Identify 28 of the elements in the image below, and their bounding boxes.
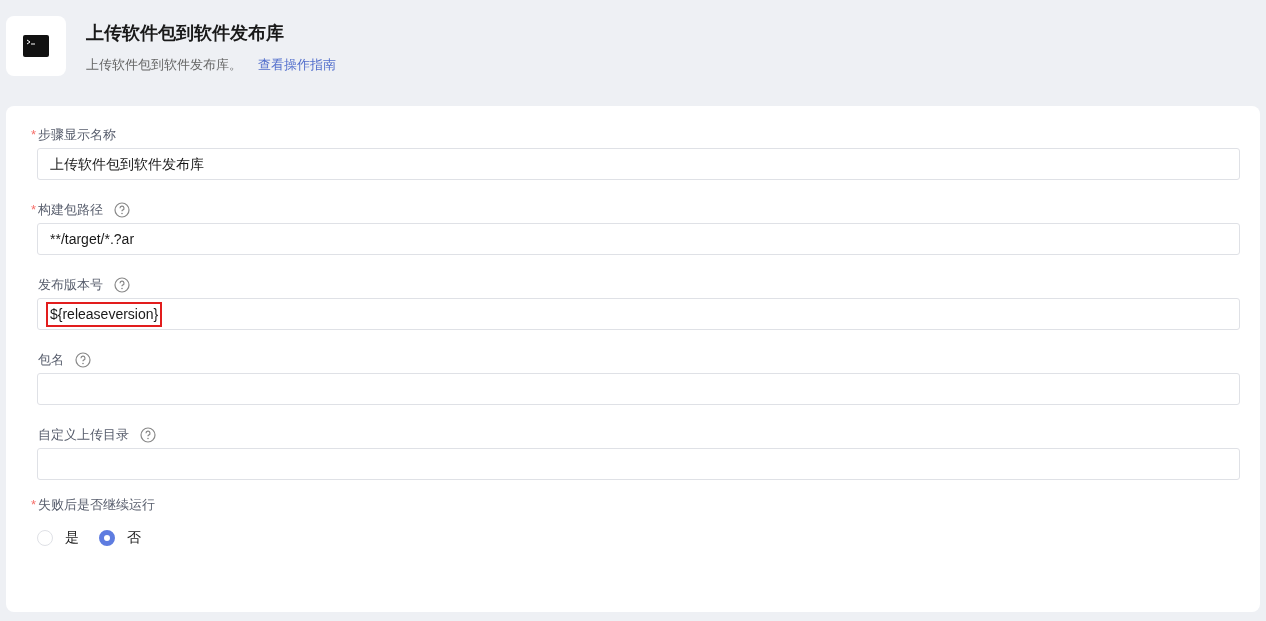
- guide-link[interactable]: 查看操作指南: [258, 55, 336, 75]
- radio-label: 是: [65, 528, 79, 547]
- help-icon[interactable]: [140, 427, 156, 443]
- help-icon[interactable]: [75, 352, 91, 368]
- help-icon[interactable]: [114, 277, 130, 293]
- field-value: 上传软件包到软件发布库: [49, 154, 205, 174]
- terminal-icon: [23, 35, 49, 57]
- radio-label: 否: [127, 528, 141, 547]
- field-label: 自定义上传目录: [38, 426, 129, 445]
- text-field[interactable]: 上传软件包到软件发布库: [37, 148, 1240, 180]
- help-icon[interactable]: [114, 202, 130, 218]
- required-mark: *: [31, 126, 35, 145]
- field-label: 步骤显示名称: [38, 126, 116, 145]
- field-value: ${releaseversion}: [46, 301, 163, 327]
- text-field[interactable]: [37, 373, 1240, 405]
- field-label: 发布版本号: [38, 276, 103, 295]
- field-label: 构建包路径: [38, 201, 103, 220]
- page-description: 上传软件包到软件发布库。: [86, 56, 242, 74]
- required-mark: *: [31, 496, 35, 515]
- field-label: 失败后是否继续运行: [38, 496, 155, 515]
- radio-button[interactable]: [99, 529, 115, 546]
- required-mark: *: [31, 201, 35, 220]
- text-field[interactable]: [37, 448, 1240, 480]
- text-field[interactable]: **/target/*.?ar: [37, 223, 1240, 255]
- page-title: 上传软件包到软件发布库: [86, 22, 285, 45]
- text-field[interactable]: ${releaseversion}: [37, 298, 1240, 330]
- field-label: 包名: [38, 351, 64, 370]
- field-value: **/target/*.?ar: [49, 229, 136, 249]
